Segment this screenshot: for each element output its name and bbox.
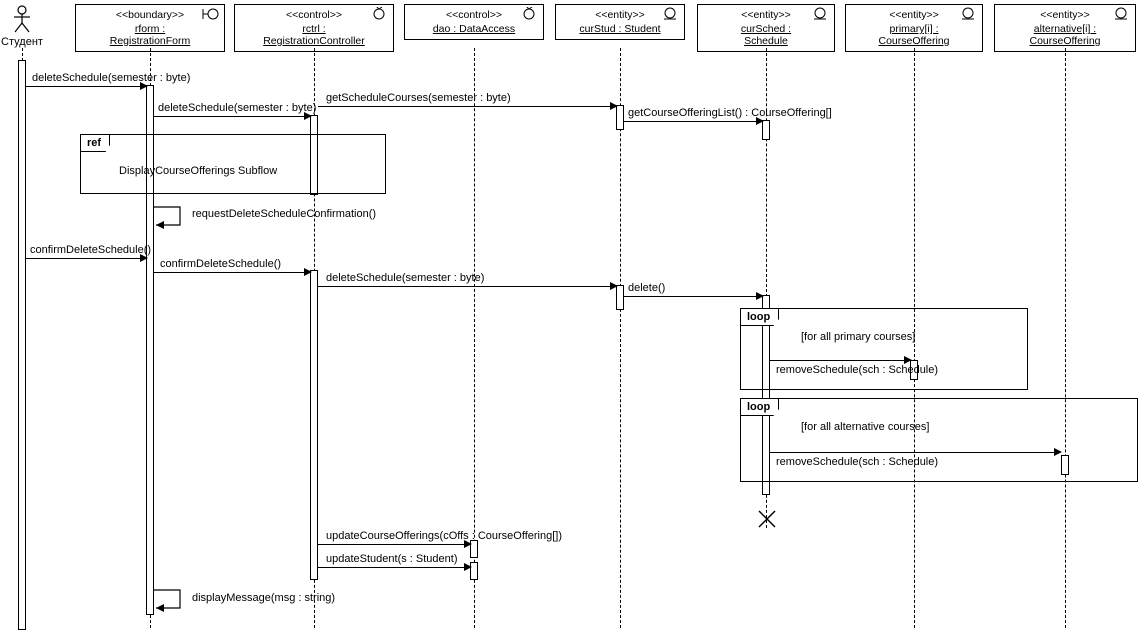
arrow-head-icon	[1054, 448, 1062, 456]
msg-get-course-offering-list: getCourseOfferingList() : CourseOffering…	[628, 107, 832, 119]
fragment-loop-primary: loop [for all primary courses]	[740, 308, 1028, 390]
entity-icon	[1111, 7, 1131, 21]
destroy-icon	[758, 510, 776, 533]
fragment-ref: ref DisplayCourseOfferings Subflow	[80, 134, 386, 194]
arrow	[26, 258, 144, 259]
fragment-loop-alt: loop [for all alternative courses]	[740, 398, 1138, 482]
arrow	[154, 116, 308, 117]
activation	[310, 270, 318, 580]
arrow-head-icon	[304, 112, 312, 120]
arrow-head-icon	[464, 563, 472, 571]
arrow	[624, 121, 760, 122]
msg-confirm-delete-2: confirmDeleteSchedule()	[160, 258, 281, 270]
loop-guard: [for all alternative courses]	[801, 421, 929, 433]
entity-icon	[660, 7, 680, 21]
arrow	[770, 452, 1058, 453]
arrow-head-icon	[464, 540, 472, 548]
head-cursched: <<entity>> curSched : Schedule	[697, 4, 835, 52]
entity-icon	[958, 7, 978, 21]
msg-display-message: displayMessage(msg : string)	[192, 592, 335, 604]
self-arrow-icon	[150, 205, 190, 233]
arrow	[318, 567, 468, 568]
loop-guard: [for all primary courses]	[801, 331, 915, 343]
msg-remove-schedule-primary: removeSchedule(sch : Schedule)	[776, 364, 938, 376]
msg-update-student: updateStudent(s : Student)	[326, 553, 457, 565]
msg-delete-schedule-1: deleteSchedule(semester : byte)	[32, 72, 190, 84]
arrow	[318, 544, 468, 545]
boundary-icon	[200, 7, 220, 21]
actor-icon	[12, 5, 32, 33]
sequence-diagram: Студент <<boundary>> rform : Registratio…	[0, 0, 1142, 634]
msg-confirm-delete-1: confirmDeleteSchedule()	[30, 244, 151, 256]
arrow	[154, 272, 308, 273]
actor-student: Студент	[0, 5, 44, 48]
actor-label: Студент	[0, 36, 44, 48]
msg-request-confirm: requestDeleteScheduleConfirmation()	[192, 208, 376, 220]
lifeline-alt	[1065, 48, 1066, 628]
fragment-ref-text: DisplayCourseOfferings Subflow	[119, 165, 277, 177]
msg-delete-schedule-2: deleteSchedule(semester : byte)	[158, 102, 316, 114]
arrow-head-icon	[756, 117, 764, 125]
arrow	[318, 106, 614, 107]
msg-remove-schedule-alt: removeSchedule(sch : Schedule)	[776, 456, 938, 468]
arrow	[26, 86, 144, 87]
head-primary: <<entity>> primary[i] : CourseOffering	[845, 4, 983, 52]
msg-delete-schedule-3: deleteSchedule(semester : byte)	[326, 272, 484, 284]
msg-update-course-offerings: updateCourseOfferings(cOffs : CourseOffe…	[326, 530, 562, 542]
entity-icon	[810, 7, 830, 21]
self-arrow-icon	[150, 588, 190, 616]
control-icon	[369, 7, 389, 21]
arrow-head-icon	[140, 82, 148, 90]
arrow	[770, 360, 908, 361]
head-dao: <<control>> dao : DataAccess	[404, 4, 544, 40]
msg-get-schedule-courses: getScheduleCourses(semester : byte)	[326, 92, 511, 104]
arrow-head-icon	[140, 254, 148, 262]
fragment-label: loop	[740, 308, 779, 326]
lifeline-curstud	[620, 48, 621, 628]
arrow	[318, 286, 614, 287]
head-alt: <<entity>> alternative[i] : CourseOfferi…	[994, 4, 1136, 52]
arrow-head-icon	[756, 292, 764, 300]
arrow	[624, 296, 760, 297]
arrow-head-icon	[304, 268, 312, 276]
fragment-label: ref	[80, 134, 110, 152]
head-curstud: <<entity>> curStud : Student	[555, 4, 685, 40]
msg-delete: delete()	[628, 282, 665, 294]
arrow-head-icon	[610, 102, 618, 110]
control-icon	[519, 7, 539, 21]
activation	[18, 60, 26, 630]
arrow-head-icon	[610, 282, 618, 290]
head-rctrl: <<control>> rctrl : RegistrationControll…	[234, 4, 394, 52]
arrow-head-icon	[904, 356, 912, 364]
fragment-label: loop	[740, 398, 779, 416]
head-rform: <<boundary>> rform : RegistrationForm	[75, 4, 225, 52]
